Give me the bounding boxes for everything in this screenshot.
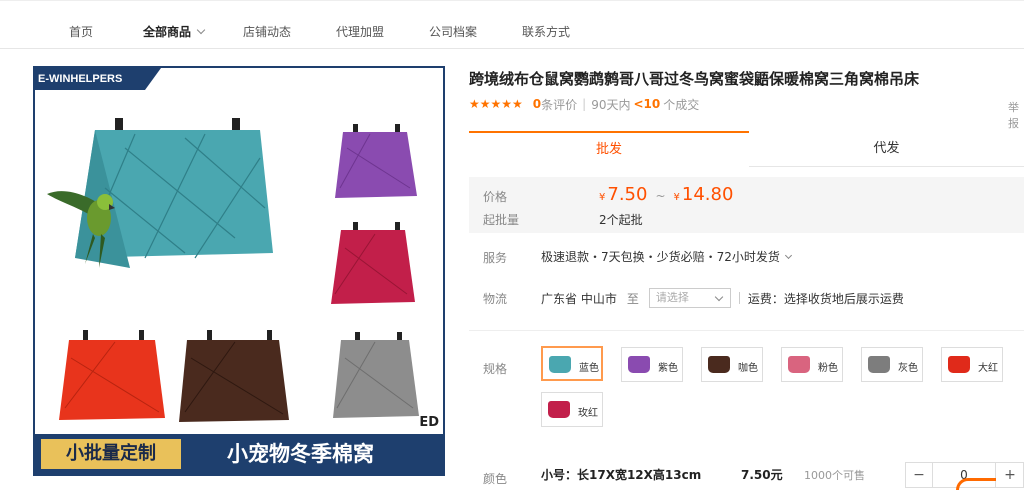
service-label: 服务 — [483, 251, 508, 265]
deals-suffix: 个成交 — [663, 97, 700, 112]
nav-home[interactable]: 首页 — [69, 23, 93, 40]
top-nav: 首页 全部商品 店铺动态 代理加盟 公司档案 联系方式 — [0, 0, 1024, 49]
spec-thumbnail — [628, 356, 650, 373]
logistics-divider — [738, 292, 740, 304]
spec-option-rose[interactable]: 玫红 — [541, 392, 603, 427]
brown-hammock — [179, 330, 289, 422]
currency-symbol-high: ¥ — [673, 192, 680, 203]
price-low: 7.50 — [607, 184, 648, 205]
red-hammock — [59, 330, 165, 420]
report-link[interactable]: 举报 — [1008, 99, 1024, 131]
chevron-down-icon — [196, 25, 206, 35]
size-text: 小号：长17X宽12X高13cm — [541, 468, 702, 482]
rating-row: ★★★★★ 0 条评价 | 90天内 <10 个成交 — [469, 96, 699, 112]
product-main-image[interactable]: E-WINHELPERS ED 小批量定制 小宠物冬季棉窝 — [33, 66, 445, 476]
price-box: 价格 ¥7.50 ~ ¥14.80 起批量 2个起批 — [469, 177, 1024, 233]
logistics-label: 物流 — [483, 292, 508, 306]
spec-option-label: 粉色 — [818, 363, 838, 374]
rose-hammock — [331, 222, 415, 304]
logistics-to: 至 — [626, 291, 639, 306]
shipping-fee-text: 运费：选择收货地后展示运费 — [747, 291, 904, 306]
spec-option-label: 紫色 — [658, 363, 678, 374]
price-label: 价格 — [483, 190, 508, 204]
decrease-button[interactable]: − — [906, 463, 932, 487]
spec-option-label: 玫红 — [578, 408, 598, 419]
logistics-origin: 广东省 中山市 — [541, 291, 617, 306]
product-title: 跨境绒布仓鼠窝鹦鹉鹩哥八哥过冬鸟窝蜜袋鼯保暖棉窝三角窝棉吊床 — [469, 70, 920, 88]
chevron-down-icon — [784, 251, 792, 260]
teal-hammock-large — [75, 118, 273, 268]
tab-wholesale[interactable]: 批发 — [469, 131, 749, 167]
spec-thumbnail — [708, 356, 730, 373]
spec-option-red[interactable]: 大红 — [941, 347, 1003, 382]
spec-thumbnail — [549, 356, 571, 373]
color-label: 颜色 — [483, 472, 508, 486]
spec-thumbnail — [548, 401, 570, 418]
price-tilde: ~ — [655, 189, 666, 203]
floating-badge-icon[interactable] — [956, 478, 996, 490]
review-label[interactable]: 条评价 — [541, 96, 577, 113]
price-high: 14.80 — [681, 184, 734, 205]
spec-option-purple[interactable]: 紫色 — [621, 347, 683, 382]
spec-option-label: 灰色 — [898, 363, 918, 374]
deals-count: <10 — [633, 97, 661, 111]
nav-store-news[interactable]: 店铺动态 — [243, 23, 291, 40]
sku-row: 颜色 小号：长17X宽12X高13cm 7.50元 1000个可售 − 0 + — [469, 462, 1024, 490]
destination-select[interactable]: 请选择 — [648, 288, 731, 308]
chevron-down-icon — [714, 292, 724, 302]
nav-company-profile[interactable]: 公司档案 — [429, 23, 477, 40]
product-illustration — [47, 118, 419, 422]
purchase-tabs: 批发 代发 — [469, 131, 1024, 167]
corner-mark: ED — [419, 415, 439, 430]
spec-option-pink[interactable]: 粉色 — [781, 347, 843, 382]
tab-dropship[interactable]: 代发 — [749, 131, 1024, 167]
currency-symbol-low: ¥ — [599, 192, 606, 203]
spec-thumbnail — [948, 356, 970, 373]
purple-hammock — [335, 124, 417, 198]
unit-price: 7.50元 — [741, 468, 783, 482]
spec-thumbnail — [868, 356, 890, 373]
nav-all-products-label: 全部商品 — [143, 25, 192, 39]
available-stock: 1000个可售 — [804, 469, 865, 482]
banner-left-text: 小批量定制 — [41, 439, 181, 469]
image-banner: 小批量定制 小宠物冬季棉窝 — [35, 434, 443, 474]
spec-thumbnail — [788, 356, 810, 373]
min-order-value: 2个起批 — [599, 213, 643, 227]
section-divider — [469, 330, 1024, 331]
logistics-row: 广东省 中山市 至 请选择 运费：选择收货地后展示运费 — [541, 288, 904, 308]
increase-button[interactable]: + — [996, 463, 1024, 487]
spec-label: 规格 — [483, 362, 508, 376]
destination-placeholder: 请选择 — [655, 291, 689, 304]
spec-option-gray[interactable]: 灰色 — [861, 347, 923, 382]
spec-option-coffee[interactable]: 咖色 — [701, 347, 763, 382]
spec-option-label: 大红 — [978, 363, 998, 374]
banner-right-text: 小宠物冬季棉窝 — [227, 442, 374, 466]
rating-divider: | — [582, 97, 587, 111]
service-dropdown[interactable]: 极速退款・7天包换・少货必赔・72小时发货 — [541, 248, 792, 265]
spec-option-label: 蓝色 — [579, 363, 599, 374]
service-text: 极速退款・7天包换・少货必赔・72小时发货 — [541, 250, 780, 264]
price-range: ¥7.50 ~ ¥14.80 — [599, 184, 733, 205]
review-count[interactable]: 0 — [533, 97, 541, 111]
gray-hammock — [333, 332, 419, 418]
nav-all-products[interactable]: 全部商品 — [143, 23, 206, 40]
min-order-label: 起批量 — [483, 213, 520, 227]
spec-option-label: 咖色 — [738, 363, 758, 374]
star-rating-icon: ★★★★★ — [469, 97, 523, 111]
nav-contact[interactable]: 联系方式 — [522, 23, 570, 40]
nav-agency[interactable]: 代理加盟 — [336, 23, 384, 40]
deals-prefix: 90天内 — [591, 97, 631, 112]
spec-option-blue[interactable]: 蓝色 — [541, 346, 603, 381]
